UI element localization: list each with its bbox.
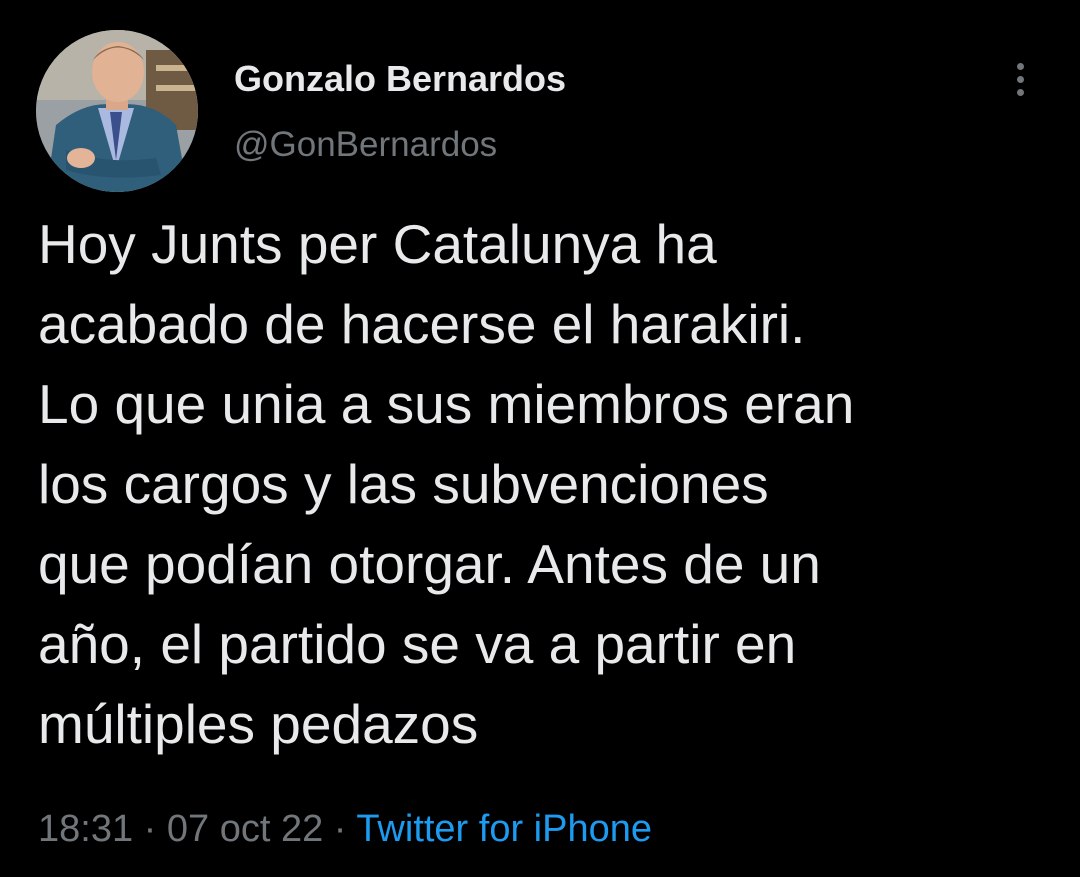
tweet-metadata: 18:31 · 07 oct 22 · Twitter for iPhone bbox=[38, 808, 652, 851]
meta-separator: · bbox=[143, 808, 157, 850]
tweet-text-line: los cargos y las subvenciones bbox=[38, 453, 769, 515]
tweet-source-link[interactable]: Twitter for iPhone bbox=[356, 808, 652, 850]
tweet-text-line: acabado de hacerse el harakiri. bbox=[38, 293, 806, 355]
avatar-photo bbox=[36, 30, 198, 192]
more-vertical-icon bbox=[1016, 62, 1024, 70]
more-vertical-icon bbox=[1016, 88, 1024, 96]
tweet-text-line: Hoy Junts per Catalunya ha bbox=[38, 213, 717, 275]
tweet-text-line: que podían otorgar. Antes de un bbox=[38, 533, 821, 595]
tweet-text-line: múltiples pedazos bbox=[38, 693, 479, 755]
meta-separator: · bbox=[333, 808, 347, 850]
more-options-button[interactable] bbox=[1000, 55, 1040, 103]
user-handle[interactable]: @GonBernardos bbox=[234, 125, 497, 165]
more-vertical-icon bbox=[1016, 75, 1024, 83]
tweet-card: Gonzalo Bernardos @GonBernardos Hoy Junt… bbox=[0, 0, 1080, 877]
avatar[interactable] bbox=[36, 30, 198, 192]
tweet-date[interactable]: 07 oct 22 bbox=[167, 808, 323, 850]
display-name[interactable]: Gonzalo Bernardos bbox=[234, 58, 566, 100]
tweet-text-line: año, el partido se va a partir en bbox=[38, 613, 797, 675]
tweet-text: Hoy Junts per Catalunya ha acabado de ha… bbox=[38, 204, 1048, 764]
tweet-time[interactable]: 18:31 bbox=[38, 808, 133, 850]
tweet-text-line: Lo que unia a sus miembros eran bbox=[38, 373, 855, 435]
